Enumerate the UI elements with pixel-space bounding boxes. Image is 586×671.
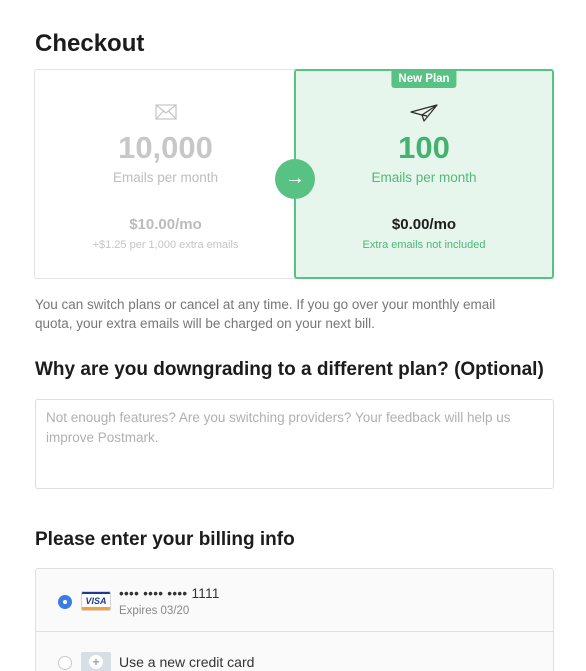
- saved-card-option[interactable]: VISA •••• •••• •••• 1111 Expires 03/20: [36, 569, 553, 632]
- new-plan-price-note: Extra emails not included: [362, 239, 486, 251]
- new-plan-card: New Plan 100 Emails per month $0.00/mo E…: [294, 69, 554, 279]
- plan-comparison: 10,000 Emails per month $10.00/mo +$1.25…: [34, 69, 554, 279]
- saved-card-number: •••• •••• •••• 1111: [119, 586, 220, 601]
- saved-card-expiry: Expires 03/20: [119, 605, 190, 617]
- new-plan-price: $0.00/mo: [391, 216, 457, 233]
- billing-info-heading: Please enter your billing info: [35, 529, 295, 550]
- current-plan-price-note: +$1.25 per 1,000 extra emails: [92, 239, 239, 251]
- payment-methods: VISA •••• •••• •••• 1111 Expires 03/20 +…: [35, 568, 554, 671]
- arrow-right-icon: →: [275, 159, 315, 199]
- visa-card-icon: VISA: [81, 591, 111, 611]
- page-title: Checkout: [35, 30, 145, 57]
- current-plan-card: 10,000 Emails per month $10.00/mo +$1.25…: [34, 69, 296, 279]
- new-plan-unit: Emails per month: [371, 170, 477, 185]
- new-card-label: Use a new credit card: [119, 654, 255, 670]
- paper-plane-icon: [410, 104, 438, 122]
- plan-change-info: You can switch plans or cancel at any ti…: [35, 297, 496, 331]
- downgrade-reason-heading: Why are you downgrading to a different p…: [35, 359, 544, 380]
- current-plan-unit: Emails per month: [112, 170, 219, 185]
- current-plan-price: $10.00/mo: [129, 216, 202, 233]
- envelope-icon: [154, 104, 177, 120]
- new-card-icon: +: [81, 652, 111, 671]
- new-plan-badge: New Plan: [391, 70, 457, 88]
- new-card-radio[interactable]: [58, 656, 72, 670]
- saved-card-radio[interactable]: [58, 595, 72, 609]
- new-plan-emails: 100: [398, 130, 450, 165]
- feedback-textarea[interactable]: [35, 399, 554, 489]
- plus-icon: +: [89, 655, 103, 669]
- new-card-option[interactable]: + Use a new credit card: [36, 632, 553, 671]
- current-plan-emails: 10,000: [118, 130, 213, 165]
